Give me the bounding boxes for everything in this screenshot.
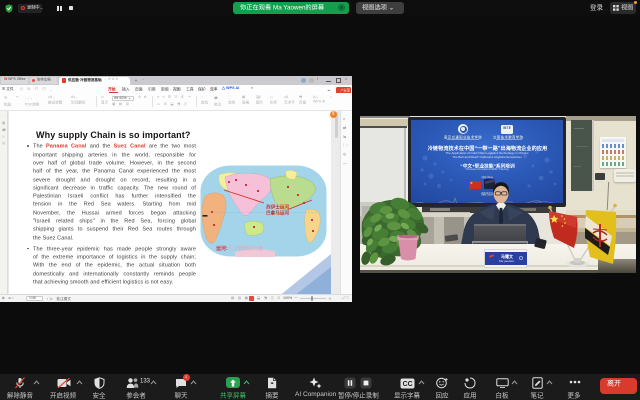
svg-text:苏伊士运河: 苏伊士运河 <box>266 203 289 210</box>
svg-text:人工修筑的河道: 人工修筑的河道 <box>228 245 263 252</box>
svg-text:巴拿马运河: 巴拿马运河 <box>266 209 289 216</box>
svg-text:运河:: 运河: <box>216 245 228 252</box>
svg-text:CC: CC <box>403 381 413 388</box>
